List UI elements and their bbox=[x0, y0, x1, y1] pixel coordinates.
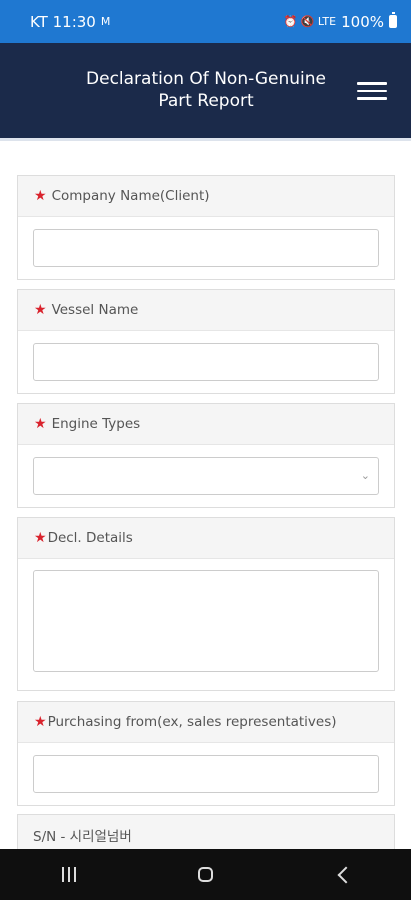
back-icon bbox=[337, 866, 354, 883]
recents-icon bbox=[61, 867, 76, 882]
company-label: Company Name(Client) bbox=[51, 188, 210, 204]
vessel-label: Vessel Name bbox=[51, 302, 139, 318]
details-card: ★ Decl. Details bbox=[17, 517, 395, 691]
purchasing-label-row: ★ Purchasing from(ex, sales representati… bbox=[18, 702, 394, 743]
company-card: ★ Company Name(Client) bbox=[17, 175, 395, 280]
vessel-label-row: ★ Vessel Name bbox=[18, 290, 394, 331]
status-icons: ⏰ 🔇 LTE bbox=[283, 15, 337, 28]
battery-percent: 100% bbox=[341, 12, 384, 31]
details-label: Decl. Details bbox=[47, 530, 133, 546]
company-name-input[interactable] bbox=[33, 229, 379, 267]
status-bar: KT 11:30 M ⏰ 🔇 LTE 100% bbox=[0, 0, 411, 43]
required-star-icon: ★ bbox=[34, 714, 47, 730]
required-star-icon: ★ bbox=[34, 530, 47, 546]
required-star-icon: ★ bbox=[34, 416, 47, 432]
engine-label-row: ★ Engine Types bbox=[18, 404, 394, 445]
serial-label-row: S/N - 시리얼넘버 bbox=[18, 815, 394, 849]
required-star-icon: ★ bbox=[34, 188, 47, 204]
notification-icon: M bbox=[100, 15, 111, 28]
vessel-name-input[interactable] bbox=[33, 343, 379, 381]
carrier-time: KT 11:30 bbox=[30, 12, 96, 31]
purchasing-label: Purchasing from(ex, sales representative… bbox=[47, 714, 337, 730]
battery-icon bbox=[389, 12, 397, 28]
serial-card: S/N - 시리얼넘버 bbox=[17, 814, 395, 849]
engine-card: ★ Engine Types ⌄ bbox=[17, 403, 395, 508]
app-header: Declaration Of Non-Genuine Part Report bbox=[0, 43, 411, 138]
home-button[interactable] bbox=[176, 855, 236, 895]
recents-button[interactable] bbox=[39, 855, 99, 895]
details-label-row: ★ Decl. Details bbox=[18, 518, 394, 559]
chevron-down-icon: ⌄ bbox=[360, 469, 370, 482]
purchasing-card: ★ Purchasing from(ex, sales representati… bbox=[17, 701, 395, 806]
purchasing-input[interactable] bbox=[33, 755, 379, 793]
back-button[interactable] bbox=[313, 855, 373, 895]
details-textarea[interactable] bbox=[33, 570, 379, 672]
company-label-row: ★ Company Name(Client) bbox=[18, 176, 394, 217]
serial-label: S/N - 시리얼넘버 bbox=[33, 829, 132, 845]
home-icon bbox=[198, 867, 213, 882]
system-nav-bar bbox=[0, 849, 411, 900]
page-title: Declaration Of Non-Genuine Part Report bbox=[86, 69, 326, 111]
menu-icon[interactable] bbox=[357, 82, 387, 100]
vessel-card: ★ Vessel Name bbox=[17, 289, 395, 394]
form-container: ★ Company Name(Client) ★ Vessel Name ★ E… bbox=[0, 138, 411, 849]
engine-type-select[interactable]: ⌄ bbox=[33, 457, 379, 495]
required-star-icon: ★ bbox=[34, 302, 47, 318]
engine-label: Engine Types bbox=[51, 416, 141, 432]
